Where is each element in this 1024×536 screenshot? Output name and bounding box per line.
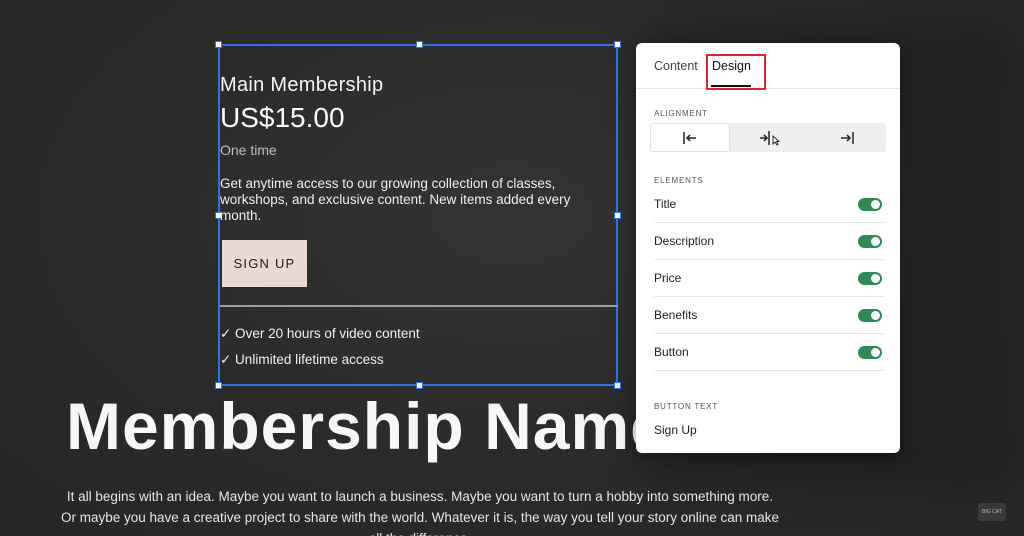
element-label: Button [654, 345, 689, 359]
button-text-section-label: BUTTON TEXT [654, 402, 719, 411]
benefits-divider [220, 305, 618, 307]
align-left-icon [683, 131, 696, 144]
element-row-description: Description [654, 223, 884, 260]
align-center-icon [760, 130, 780, 146]
element-row-title: Title [654, 186, 884, 223]
align-right-icon [841, 131, 854, 144]
description-toggle[interactable] [858, 234, 882, 248]
tab-content[interactable]: Content [654, 59, 698, 73]
element-label: Title [654, 197, 677, 211]
button-toggle[interactable] [858, 345, 882, 359]
alignment-section-label: ALIGNMENT [654, 109, 708, 118]
toggle-knob [871, 347, 880, 357]
hero-text: It all begins with an idea. Maybe you wa… [60, 489, 780, 536]
button-text-field[interactable]: Sign Up [654, 423, 697, 437]
annotation-highlight-box [706, 54, 766, 90]
price-toggle[interactable] [858, 271, 882, 285]
benefit-item: ✓ Over 20 hours of video content [220, 326, 420, 341]
sign-up-button[interactable]: SIGN UP [222, 240, 307, 287]
pricing-block[interactable]: Main Membership US$15.00 One time Get an… [215, 41, 621, 389]
benefit-item: ✓ Unlimited lifetime access [220, 352, 384, 367]
title-toggle[interactable] [858, 197, 882, 211]
plan-title: Main Membership [220, 74, 384, 96]
plan-period: One time [220, 142, 277, 158]
element-row-price: Price [654, 260, 884, 297]
toggle-knob [871, 273, 880, 283]
elements-section-label: ELEMENTS [654, 176, 704, 185]
toggle-knob [871, 199, 880, 209]
cursor-icon [772, 134, 780, 146]
channel-logo: BIG CAT [978, 503, 1006, 521]
align-center-button[interactable] [730, 123, 808, 152]
benefits-toggle[interactable] [858, 308, 882, 322]
resize-handle-top-right[interactable] [614, 41, 621, 48]
toggle-knob [871, 310, 880, 320]
element-label: Price [654, 271, 682, 285]
hero-title: Membership Name [66, 389, 668, 463]
resize-handle-top-left[interactable] [215, 41, 222, 48]
align-right-button[interactable] [808, 123, 886, 152]
element-row-benefits: Benefits [654, 297, 884, 334]
plan-price: US$15.00 [220, 102, 345, 133]
element-label: Description [654, 234, 715, 248]
align-left-button[interactable] [650, 123, 730, 152]
element-row-button: Button [654, 334, 884, 371]
plan-description: Get anytime access to our growing collec… [220, 176, 571, 223]
element-label: Benefits [654, 308, 698, 322]
alignment-control [650, 123, 886, 152]
toggle-knob [871, 236, 880, 246]
panel-tabs: Content Design [636, 43, 900, 90]
block-settings-panel: Content Design ALIGNMENT ELEMENTS Title … [636, 43, 900, 453]
resize-handle-top[interactable] [416, 41, 423, 48]
resize-handle-right[interactable] [614, 212, 621, 219]
